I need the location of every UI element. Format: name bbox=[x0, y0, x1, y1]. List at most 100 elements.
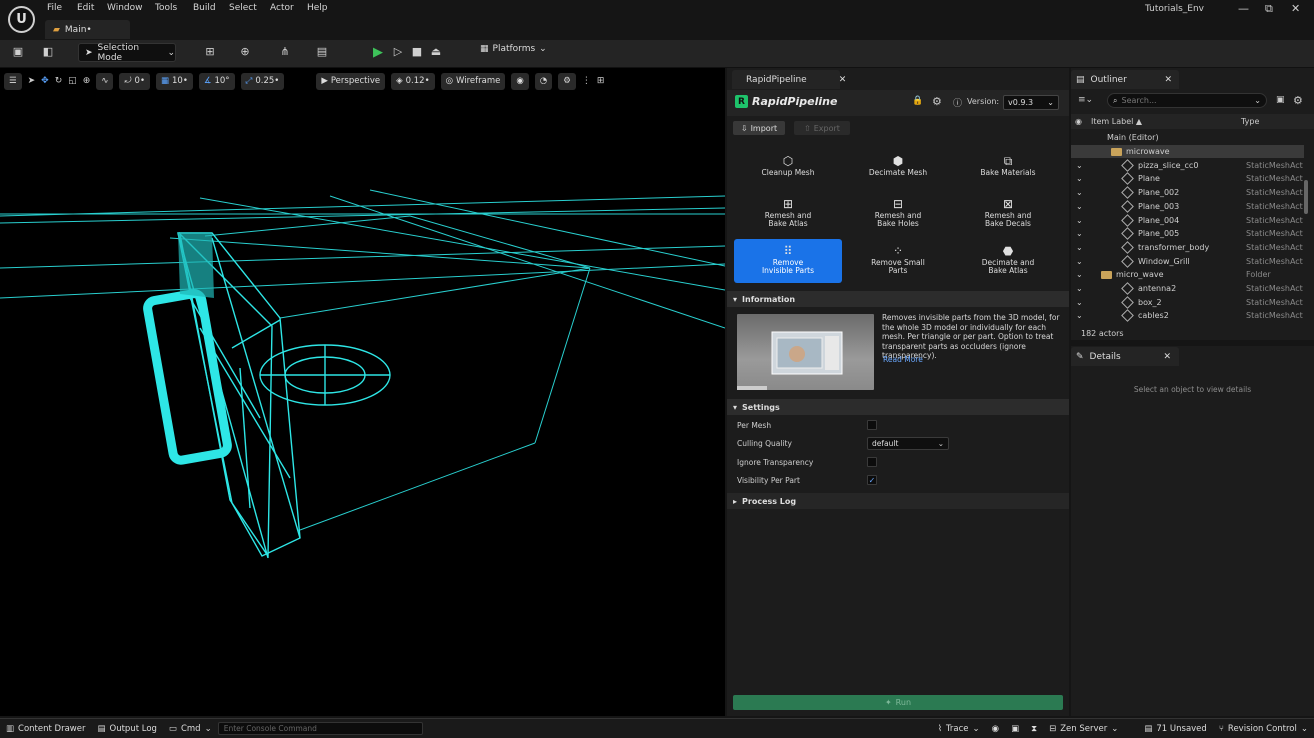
play-icon[interactable]: ▶ bbox=[368, 45, 388, 61]
outliner-row[interactable]: Main (Editor) bbox=[1071, 131, 1304, 145]
outliner-row[interactable]: ⌄ antenna2 StaticMeshAct bbox=[1071, 282, 1304, 296]
screenshot-icon[interactable]: ▣ bbox=[1005, 724, 1025, 734]
outliner-row[interactable]: ⌄ Plane_002 StaticMeshAct bbox=[1071, 186, 1304, 200]
outliner-row[interactable]: microwave bbox=[1071, 144, 1304, 159]
lock-icon[interactable]: 🔒 bbox=[912, 96, 923, 106]
perspective-button[interactable]: ▶ Perspective bbox=[316, 72, 386, 90]
column-type[interactable]: Type bbox=[1241, 117, 1259, 126]
visibility-toggle-icon[interactable]: ⌄ bbox=[1076, 284, 1083, 293]
close-tab-icon[interactable]: ✕ bbox=[1165, 75, 1173, 85]
world-space-icon[interactable]: ⊕ bbox=[83, 76, 91, 86]
surface-snap-button[interactable]: ∿ bbox=[96, 72, 114, 90]
trace-button[interactable]: ⌇ Trace ⌄ bbox=[932, 724, 986, 734]
step-icon[interactable]: ▷ bbox=[388, 45, 408, 61]
menu-window[interactable]: Window bbox=[107, 3, 143, 13]
tool-button-remove-small-parts[interactable]: ⁘ Remove Small Parts bbox=[844, 239, 952, 283]
minimize-icon[interactable]: — bbox=[1238, 2, 1249, 15]
content-browser-icon[interactable]: ◧ bbox=[38, 45, 58, 61]
gear-icon[interactable]: ⚙ bbox=[932, 95, 942, 108]
gear-icon[interactable]: ⚙ bbox=[1293, 94, 1303, 107]
tab-outliner[interactable]: ▤ Outliner ✕ bbox=[1071, 70, 1179, 89]
per-mesh-checkbox[interactable] bbox=[867, 420, 877, 430]
menu-build[interactable]: Build bbox=[193, 3, 216, 13]
settings-section-header[interactable]: ▾ Settings bbox=[727, 399, 1069, 415]
angle-snap-button[interactable]: ∡ 10° bbox=[198, 72, 235, 90]
add-folder-icon[interactable]: ▣ bbox=[1276, 95, 1285, 105]
information-section-header[interactable]: ▾ Information bbox=[727, 291, 1069, 307]
visibility-toggle-icon[interactable]: ⌄ bbox=[1076, 257, 1083, 266]
more-options-icon[interactable]: ⋮ bbox=[582, 76, 591, 86]
outliner-row[interactable]: ⌄ Window_Grill StaticMeshAct bbox=[1071, 254, 1304, 268]
visibility-per-part-checkbox[interactable]: ✓ bbox=[867, 475, 877, 485]
ignore-transparency-checkbox[interactable] bbox=[867, 457, 877, 467]
camera-speed-button[interactable]: ◈ 0.12• bbox=[391, 72, 435, 90]
hourglass-icon[interactable]: ⧗ bbox=[1025, 724, 1043, 734]
outliner-row[interactable]: ⌄ Plane StaticMeshAct bbox=[1071, 172, 1304, 186]
zen-server-button[interactable]: ⊟ Zen Server ⌄ bbox=[1043, 724, 1124, 734]
selection-mode-dropdown[interactable]: ➤ Selection Mode ⌄ bbox=[78, 43, 176, 63]
scale-tool-icon[interactable]: ◱ bbox=[68, 76, 77, 86]
menu-help[interactable]: Help bbox=[307, 3, 328, 13]
menu-actor[interactable]: Actor bbox=[270, 3, 294, 13]
select-tool-icon[interactable]: ➤ bbox=[28, 76, 36, 86]
visibility-toggle-icon[interactable]: ⌄ bbox=[1076, 202, 1083, 211]
add-actor-icon[interactable]: ⊕ bbox=[235, 45, 255, 61]
close-tab-icon[interactable]: ✕ bbox=[1164, 352, 1172, 362]
cinematics-icon[interactable]: ▤ bbox=[312, 45, 332, 61]
import-button[interactable]: ⇩ Import bbox=[733, 121, 785, 135]
tool-button-cleanup-mesh[interactable]: ⬡ Cleanup Mesh bbox=[734, 145, 842, 189]
visibility-toggle-icon[interactable]: ⌄ bbox=[1076, 229, 1083, 238]
viewport-settings-button[interactable]: ⚙ bbox=[558, 72, 576, 90]
menu-file[interactable]: File bbox=[47, 3, 62, 13]
blueprints-menu-icon[interactable]: ⋔ bbox=[275, 45, 295, 61]
stop-icon[interactable]: ■ bbox=[407, 45, 427, 61]
visibility-toggle-icon[interactable]: ⌄ bbox=[1076, 188, 1083, 197]
layout-icon[interactable]: ⊞ bbox=[597, 76, 605, 86]
outliner-search-input[interactable]: ⌕ Search... ⌄ bbox=[1107, 93, 1267, 108]
outliner-row[interactable]: ⌄ micro_wave Folder bbox=[1071, 268, 1304, 282]
revision-control-button[interactable]: ⑂ Revision Control ⌄ bbox=[1213, 724, 1314, 734]
menu-edit[interactable]: Edit bbox=[77, 3, 94, 13]
column-item-label[interactable]: Item Label ▲ bbox=[1091, 117, 1241, 126]
outliner-row[interactable]: ⌄ transformer_body StaticMeshAct bbox=[1071, 241, 1304, 255]
tool-button-remesh-and-bake-decals[interactable]: ⊠ Remesh and Bake Decals bbox=[954, 192, 1062, 236]
grid-snap-button[interactable]: ▦ 10• bbox=[155, 72, 193, 90]
culling-quality-dropdown[interactable]: default ⌄ bbox=[867, 436, 949, 450]
tab-rapidpipeline[interactable]: RapidPipeline ✕ bbox=[732, 70, 846, 89]
export-button[interactable]: ⇧ Export bbox=[794, 121, 850, 135]
view-mode-button[interactable]: ◎ Wireframe bbox=[440, 72, 506, 90]
save-icon[interactable]: ▣ bbox=[8, 45, 28, 61]
tool-button-bake-materials[interactable]: ⧉ Bake Materials bbox=[954, 145, 1062, 189]
translate-tool-icon[interactable]: ✥ bbox=[41, 76, 49, 86]
visibility-toggle-icon[interactable]: ⌄ bbox=[1076, 243, 1083, 252]
visibility-icon[interactable]: ◉ bbox=[1071, 117, 1091, 126]
visibility-toggle-icon[interactable]: ⌄ bbox=[1076, 161, 1083, 170]
tab-details[interactable]: ✎ Details ✕ bbox=[1071, 347, 1179, 366]
output-log-button[interactable]: ▤ Output Log bbox=[91, 724, 162, 734]
menu-select[interactable]: Select bbox=[229, 3, 257, 13]
outliner-row[interactable]: ⌄ Plane_003 StaticMeshAct bbox=[1071, 199, 1304, 214]
outliner-row[interactable]: ⌄ Plane_005 StaticMeshAct bbox=[1071, 227, 1304, 241]
record-icon[interactable]: ◉ bbox=[986, 724, 1005, 734]
menu-tools[interactable]: Tools bbox=[155, 3, 177, 13]
content-drawer-button[interactable]: ▥ Content Drawer bbox=[0, 724, 91, 734]
visibility-toggle-icon[interactable]: ⌄ bbox=[1076, 270, 1083, 279]
scale-snap-button[interactable]: ⤢ 0.25• bbox=[240, 72, 285, 90]
platforms-button[interactable]: ▦ Platforms ⌄ bbox=[480, 44, 547, 54]
visibility-toggle-icon[interactable]: ⌄ bbox=[1076, 311, 1083, 320]
outliner-row[interactable]: ⌄ cables2 StaticMeshAct bbox=[1071, 309, 1304, 323]
outliner-row[interactable]: ⌄ Plane_004 StaticMeshAct bbox=[1071, 213, 1304, 227]
blueprint-icon[interactable]: ⊞ bbox=[200, 45, 220, 61]
viewport-options-button[interactable]: ☰ bbox=[4, 72, 22, 90]
tool-button-remove-invisible-parts[interactable]: ⠿ Remove Invisible Parts bbox=[734, 239, 842, 283]
close-tab-icon[interactable]: ✕ bbox=[839, 75, 847, 85]
process-log-header[interactable]: ▸ Process Log bbox=[727, 493, 1069, 509]
outliner-row[interactable]: ⌄ box_2 StaticMeshAct bbox=[1071, 295, 1304, 309]
visibility-toggle-icon[interactable]: ⌄ bbox=[1076, 298, 1083, 307]
visibility-toggle-icon[interactable]: ⌄ bbox=[1076, 174, 1083, 183]
show-flags-button[interactable]: ◉ bbox=[511, 72, 529, 90]
outliner-row[interactable]: ⌄ pizza_slice_cc0 StaticMeshAct bbox=[1071, 158, 1304, 172]
performance-button[interactable]: ◔ bbox=[534, 72, 553, 90]
tool-button-remesh-and-bake-holes[interactable]: ⊟ Remesh and Bake Holes bbox=[844, 192, 952, 236]
level-tab[interactable]: ▰ Main• bbox=[45, 20, 130, 39]
